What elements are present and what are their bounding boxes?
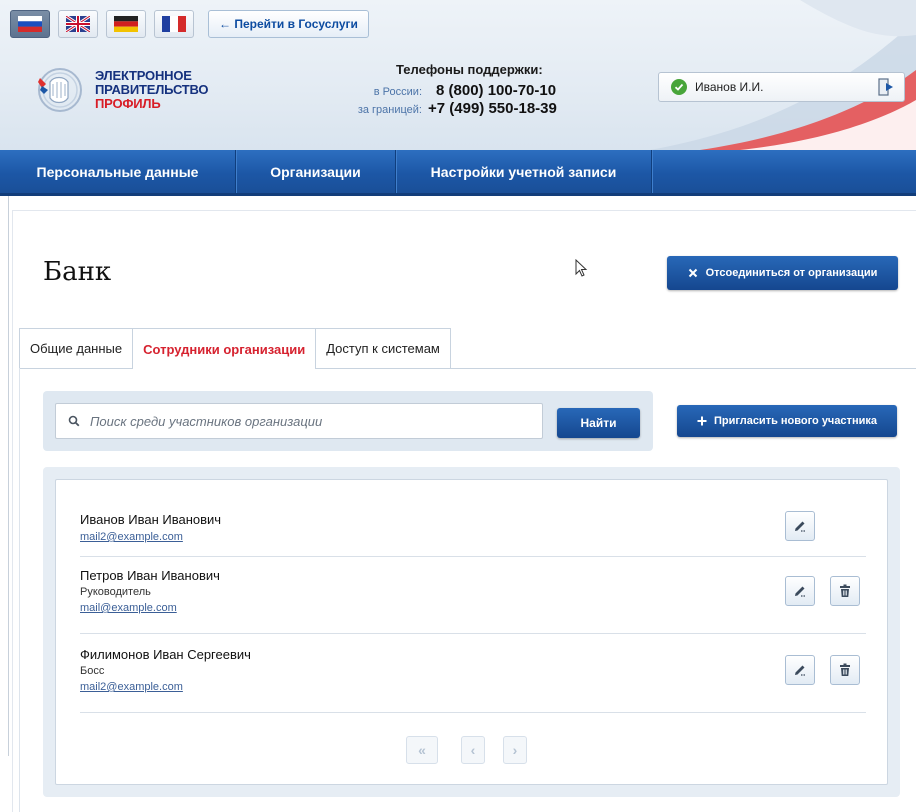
organization-card: Банк Отсоединиться от организации Общие … (12, 210, 916, 812)
logo-text: ЭЛЕКТРОННОЕ ПРАВИТЕЛЬСТВО ПРОФИЛЬ (95, 68, 209, 111)
pagination: « ‹ › (406, 736, 546, 766)
germany-flag-icon (114, 16, 138, 32)
lang-english-button[interactable] (58, 10, 98, 38)
disconnect-label: Отсоединиться от организации (705, 267, 878, 279)
prev-page-button[interactable]: ‹ (461, 736, 485, 764)
support-abroad-label: за границей: (357, 104, 422, 116)
delete-button[interactable] (830, 655, 860, 685)
nav-item-personal-data[interactable]: Персональные данные (0, 150, 236, 193)
user-name: Иванов И.И. (695, 80, 764, 94)
first-page-button[interactable]: « (406, 736, 438, 764)
language-bar: ← Перейти в Госуслуги (10, 10, 369, 38)
support-title: Телефоны поддержки: (396, 62, 543, 77)
page-border (8, 196, 9, 756)
tab-general-data[interactable]: Общие данные (19, 328, 134, 368)
edit-button[interactable] (785, 511, 815, 541)
check-icon (671, 79, 687, 95)
goto-gosuslugi-button[interactable]: ← Перейти в Госуслуги (208, 10, 369, 38)
members-panel: Иванов Иван Иванович mail2@example.com П… (43, 467, 900, 797)
support-russia-label: в России: (373, 86, 422, 98)
france-flag-icon (162, 16, 186, 32)
member-email[interactable]: mail@example.com (80, 602, 177, 614)
edit-button[interactable] (785, 655, 815, 685)
next-page-button[interactable]: › (503, 736, 527, 764)
support-abroad-row: за границей: +7 (499) 550-18-39 (340, 100, 600, 117)
support-russia-row: в России: 8 (800) 100-70-10 (340, 82, 600, 99)
goto-gosuslugi-label: ← Перейти в Госуслуги (219, 17, 358, 31)
list-item: Иванов Иван Иванович mail2@example.com (80, 511, 866, 557)
close-icon (688, 268, 697, 278)
pencil-icon (795, 665, 806, 676)
delete-button[interactable] (830, 576, 860, 606)
invite-member-button[interactable]: Пригласить нового участника (677, 405, 897, 437)
lang-russian-button[interactable] (10, 10, 50, 38)
tabs: Общие данные Сотрудники организации Дост… (19, 328, 451, 369)
member-role: Босс (80, 665, 105, 677)
trash-icon (840, 584, 850, 597)
list-item: Петров Иван Иванович Руководитель mail@e… (80, 568, 866, 634)
pencil-icon (795, 586, 806, 597)
lang-german-button[interactable] (106, 10, 146, 38)
tab-employees[interactable]: Сотрудники организации (132, 328, 317, 369)
edit-button[interactable] (785, 576, 815, 606)
lang-french-button[interactable] (154, 10, 194, 38)
search-placeholder: Поиск среди участников организации (90, 413, 323, 429)
tab-panel-border (19, 368, 20, 812)
gov-emblem-icon (38, 68, 82, 112)
member-name: Филимонов Иван Сергеевич (80, 647, 251, 662)
main-nav: Персональные данные Организации Настройк… (0, 150, 916, 196)
members-list: Иванов Иван Иванович mail2@example.com П… (55, 479, 888, 785)
support-abroad-phone: +7 (499) 550-18-39 (428, 100, 557, 117)
invite-label: Пригласить нового участника (714, 415, 877, 427)
page-title: Банк (43, 257, 112, 287)
user-box[interactable]: Иванов И.И. (658, 72, 905, 102)
logo-line-3: ПРОФИЛЬ (95, 96, 161, 111)
site-header: ← Перейти в Госуслуги ЭЛЕКТРОННОЕ ПРАВИТ… (0, 0, 916, 150)
tab-system-access[interactable]: Доступ к системам (315, 328, 451, 368)
list-item: Филимонов Иван Сергеевич Босс mail2@exam… (80, 647, 866, 713)
trash-icon (840, 663, 850, 676)
member-name: Петров Иван Иванович (80, 568, 220, 583)
russia-flag-icon (18, 16, 42, 32)
member-role: Руководитель (80, 586, 151, 598)
search-icon (68, 415, 80, 427)
plus-icon (697, 416, 707, 426)
search-area: Поиск среди участников организации Найти (43, 391, 653, 451)
logo-line-1: ЭЛЕКТРОННОЕ (95, 68, 192, 83)
support-russia-phone: 8 (800) 100-70-10 (436, 82, 557, 99)
logo-line-2: ПРАВИТЕЛЬСТВО (95, 82, 209, 97)
nav-item-account-settings[interactable]: Настройки учетной записи (396, 150, 652, 193)
member-email[interactable]: mail2@example.com (80, 531, 183, 543)
logout-icon[interactable] (876, 77, 896, 97)
member-email[interactable]: mail2@example.com (80, 681, 183, 693)
search-input[interactable]: Поиск среди участников организации (55, 403, 543, 439)
mouse-cursor-icon (575, 259, 588, 277)
nav-item-organizations[interactable]: Организации (236, 150, 396, 193)
disconnect-organization-button[interactable]: Отсоединиться от организации (667, 256, 898, 290)
member-name: Иванов Иван Иванович (80, 512, 222, 527)
pencil-icon (795, 521, 806, 532)
uk-flag-icon (66, 16, 90, 32)
find-button[interactable]: Найти (557, 408, 640, 438)
